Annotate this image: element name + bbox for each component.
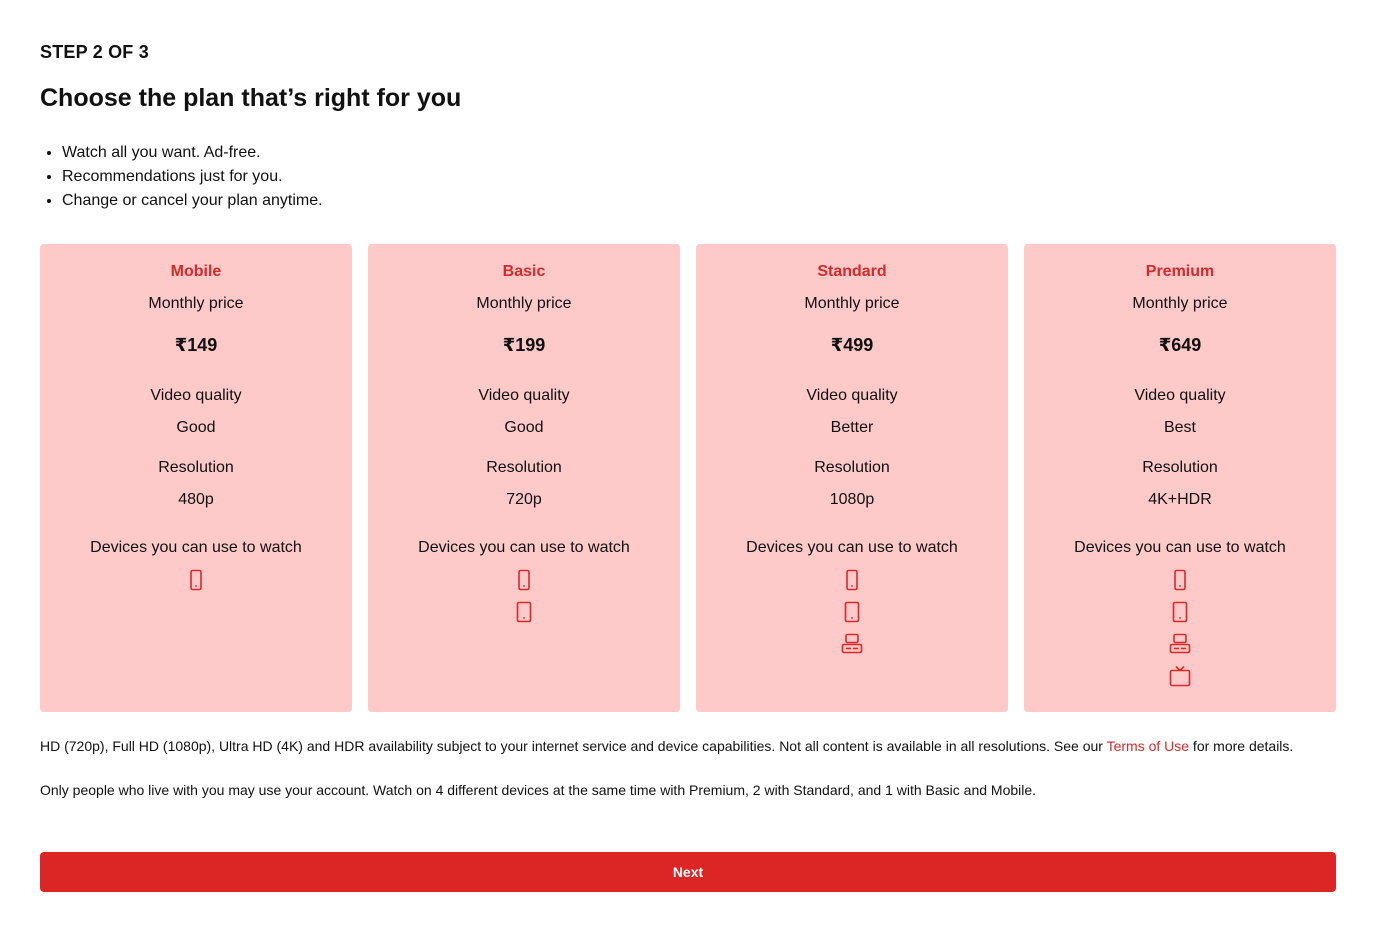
monthly-price-label: Monthly price [148, 295, 244, 312]
plan-card-standard[interactable]: Standard Monthly price ₹499 Video qualit… [696, 244, 1008, 712]
computer-icon [1168, 632, 1192, 656]
video-quality-label: Video quality [478, 387, 570, 404]
resolution: 4K+HDR [1148, 491, 1212, 508]
phone-icon [184, 568, 208, 592]
tablet-icon [1168, 600, 1192, 624]
device-icons [1024, 568, 1336, 688]
device-icons [368, 568, 680, 624]
video-quality: Best [1163, 419, 1196, 436]
resolution-label: Resolution [158, 459, 234, 476]
video-quality: Good [504, 419, 544, 436]
monthly-price-label: Monthly price [804, 295, 900, 312]
monthly-price: ₹649 [1158, 335, 1202, 355]
computer-icon [840, 632, 864, 656]
plan-name: Premium [1145, 263, 1215, 280]
video-quality-label: Video quality [1134, 387, 1226, 404]
plan-selection-page: STEP 2 OF 3 Choose the plan that’s right… [0, 0, 1376, 932]
video-quality: Good [176, 419, 216, 436]
page-title: Choose the plan that’s right for you [40, 84, 462, 112]
plan-name: Standard [817, 263, 887, 280]
phone-icon [1168, 568, 1192, 592]
monthly-price-label: Monthly price [476, 295, 572, 312]
phone-icon [512, 568, 536, 592]
plan-cards: Mobile Monthly price ₹149 Video quality … [40, 244, 1336, 712]
device-icons [40, 568, 352, 592]
plan-card-mobile[interactable]: Mobile Monthly price ₹149 Video quality … [40, 244, 352, 712]
tablet-icon [512, 600, 536, 624]
availability-note: HD (720p), Full HD (1080p), Ultra HD (4K… [40, 736, 1336, 756]
resolution-label: Resolution [814, 459, 890, 476]
device-icons [696, 568, 1008, 656]
benefit-item: Watch all you want. Ad-free. [62, 141, 323, 165]
devices-label: Devices you can use to watch [746, 539, 958, 556]
plan-card-basic[interactable]: Basic Monthly price ₹199 Video quality G… [368, 244, 680, 712]
availability-text: HD (720p), Full HD (1080p), Ultra HD (4K… [40, 738, 1107, 754]
availability-text-end: for more details. [1189, 738, 1294, 754]
household-note: Only people who live with you may use yo… [40, 782, 1037, 798]
benefits-list: Watch all you want. Ad-free. Recommendat… [40, 141, 323, 213]
benefit-item: Recommendations just for you. [62, 165, 323, 189]
monthly-price-label: Monthly price [1132, 295, 1228, 312]
video-quality-label: Video quality [150, 387, 242, 404]
next-button[interactable]: Next [40, 852, 1336, 892]
step-indicator: STEP 2 OF 3 [40, 42, 149, 62]
plan-card-premium[interactable]: Premium Monthly price ₹649 Video quality… [1024, 244, 1336, 712]
monthly-price: ₹499 [830, 335, 874, 355]
resolution-label: Resolution [1142, 459, 1218, 476]
devices-label: Devices you can use to watch [418, 539, 630, 556]
devices-label: Devices you can use to watch [90, 539, 302, 556]
resolution: 480p [178, 491, 214, 508]
monthly-price: ₹149 [174, 335, 218, 355]
benefit-item: Change or cancel your plan anytime. [62, 189, 323, 213]
phone-icon [840, 568, 864, 592]
devices-label: Devices you can use to watch [1074, 539, 1286, 556]
tablet-icon [840, 600, 864, 624]
monthly-price: ₹199 [502, 335, 546, 355]
video-quality-label: Video quality [806, 387, 898, 404]
resolution: 1080p [829, 491, 875, 508]
plan-notes: HD (720p), Full HD (1080p), Ultra HD (4K… [40, 736, 1336, 800]
video-quality: Better [830, 419, 874, 436]
plan-name: Mobile [170, 263, 222, 280]
plan-name: Basic [502, 263, 546, 280]
resolution-label: Resolution [486, 459, 562, 476]
terms-of-use-link[interactable]: Terms of Use [1107, 738, 1189, 754]
resolution: 720p [506, 491, 542, 508]
tv-icon [1168, 664, 1192, 688]
